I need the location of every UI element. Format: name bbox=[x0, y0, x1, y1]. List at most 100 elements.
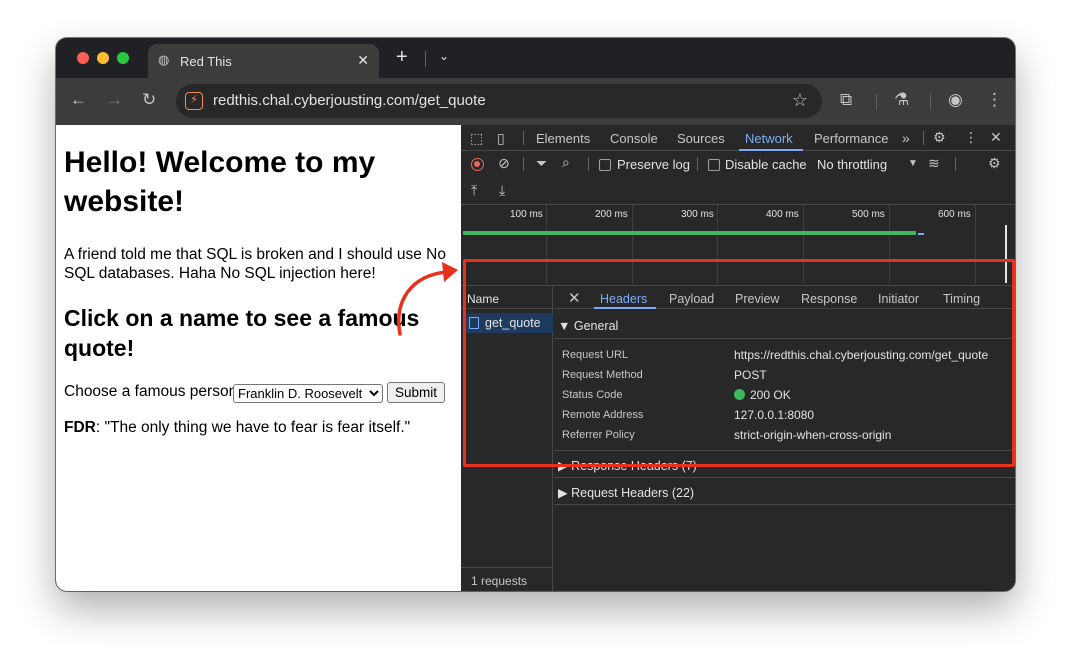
disable-cache-checkbox[interactable] bbox=[708, 159, 720, 171]
divider bbox=[930, 94, 931, 110]
person-select[interactable]: Franklin D. Roosevelt bbox=[233, 384, 383, 403]
response-headers-toggle[interactable]: ▶ Response Headers (7) bbox=[558, 458, 697, 473]
submit-button[interactable]: Submit bbox=[387, 382, 445, 403]
intro-text: A friend told me that SQL is broken and … bbox=[64, 246, 446, 282]
browser-tab[interactable]: ◍ Red This ✕ bbox=[148, 44, 379, 78]
divider bbox=[923, 131, 924, 145]
tab-sources[interactable]: Sources bbox=[677, 131, 725, 146]
document-icon bbox=[469, 317, 479, 329]
devtools-panel: ⬚ ▯ Elements Console Sources Network Per… bbox=[461, 125, 1015, 591]
preserve-log-label[interactable]: Preserve log bbox=[617, 157, 690, 172]
address-bar[interactable]: ⚡ redthis.chal.cyberjousting.com/get_quo… bbox=[176, 84, 822, 118]
preserve-log-checkbox[interactable] bbox=[599, 159, 611, 171]
tab-preview[interactable]: Preview bbox=[735, 292, 779, 306]
requests-count: 1 requests bbox=[471, 574, 528, 588]
close-details-icon[interactable]: ✕ bbox=[568, 289, 581, 307]
page-heading: Hello! Welcome to my website! bbox=[64, 146, 376, 218]
device-toolbar-icon[interactable]: ▯ bbox=[497, 130, 505, 146]
filter-funnel-icon[interactable]: ⏷ bbox=[536, 155, 547, 171]
tab-search-chevron-icon[interactable]: ⌄ bbox=[439, 49, 449, 63]
tab-network[interactable]: Network bbox=[745, 131, 793, 146]
tab-response[interactable]: Response bbox=[801, 292, 857, 306]
timeline-gridline bbox=[546, 205, 547, 286]
name-header-label: Name bbox=[467, 292, 500, 306]
remote-address-key: Remote Address bbox=[562, 409, 644, 421]
url-text[interactable]: redthis.chal.cyberjousting.com/get_quote bbox=[213, 92, 486, 109]
timeline-label: 100 ms bbox=[510, 209, 543, 220]
page-subheading: Click on a name to see a famous quote! bbox=[64, 305, 420, 361]
browser-window: ◍ Red This ✕ + ⌄ ← → ↻ ⚡ redthis.chal.cy… bbox=[56, 38, 1015, 591]
customize-menu-icon[interactable]: ⋮ bbox=[964, 129, 978, 145]
maximize-window-button[interactable] bbox=[117, 52, 129, 64]
tab-timing[interactable]: Timing bbox=[943, 292, 980, 306]
web-page: Hello! Welcome to my website! A friend t… bbox=[56, 125, 461, 591]
tab-payload[interactable]: Payload bbox=[669, 292, 714, 306]
general-section-toggle[interactable]: ▼ General bbox=[558, 319, 618, 333]
forward-arrow-icon[interactable]: → bbox=[106, 90, 123, 110]
throttling-select[interactable]: No throttling bbox=[817, 157, 887, 172]
timeline-label: 300 ms bbox=[681, 209, 714, 220]
throttling-dropdown-icon[interactable]: ▼ bbox=[908, 156, 918, 172]
network-settings-gear-icon[interactable]: ⚙ bbox=[988, 155, 1001, 171]
divider bbox=[955, 157, 956, 171]
extensions-puzzle-icon[interactable]: ⧉ bbox=[840, 90, 852, 110]
tab-console[interactable]: Console bbox=[610, 131, 658, 146]
status-code-value: 200 OK bbox=[734, 388, 791, 402]
request-row[interactable]: get_quote bbox=[465, 313, 553, 333]
tab-title: Red This bbox=[180, 54, 232, 69]
search-icon[interactable]: ⌕ bbox=[562, 154, 570, 170]
browser-toolbar: ← → ↻ ⚡ redthis.chal.cyberjousting.com/g… bbox=[56, 78, 1015, 125]
timeline-gridline bbox=[889, 205, 890, 286]
import-har-icon[interactable]: ⤒ bbox=[471, 182, 477, 198]
divider bbox=[554, 504, 1015, 505]
inspect-element-icon[interactable]: ⬚ bbox=[470, 130, 483, 146]
request-url-key: Request URL bbox=[562, 349, 629, 361]
referrer-policy-value: strict-origin-when-cross-origin bbox=[734, 428, 892, 442]
tab-strip: ◍ Red This ✕ + ⌄ bbox=[56, 38, 1015, 78]
quote-author: FDR bbox=[64, 419, 96, 436]
tab-performance[interactable]: Performance bbox=[814, 131, 888, 146]
tab-elements[interactable]: Elements bbox=[536, 131, 590, 146]
network-timeline[interactable]: 100 ms 200 ms 300 ms 400 ms 500 ms 600 m… bbox=[461, 205, 1015, 286]
status-bar: 1 requests bbox=[461, 567, 553, 591]
close-tab-icon[interactable]: ✕ bbox=[357, 52, 369, 69]
new-tab-button[interactable]: + bbox=[396, 46, 408, 69]
network-controls: ⊘ ⏷ ⌕ Preserve log Disable cache No thro… bbox=[461, 151, 1015, 205]
reload-icon[interactable]: ↻ bbox=[142, 90, 156, 110]
record-stop-button[interactable] bbox=[471, 158, 484, 171]
browser-menu-icon[interactable]: ⋮ bbox=[986, 90, 1003, 110]
labs-flask-icon[interactable]: ⚗ bbox=[894, 90, 909, 110]
remote-address-value: 127.0.0.1:8080 bbox=[734, 408, 815, 422]
request-list: Name get_quote 1 requests bbox=[461, 287, 553, 591]
close-window-button[interactable] bbox=[77, 52, 89, 64]
globe-icon: ◍ bbox=[158, 52, 170, 67]
request-method-key: Request Method bbox=[562, 369, 643, 381]
request-name[interactable]: get_quote bbox=[485, 316, 541, 330]
divider bbox=[523, 157, 524, 171]
close-devtools-icon[interactable]: ✕ bbox=[990, 129, 1002, 145]
timeline-gridline bbox=[717, 205, 718, 286]
divider bbox=[554, 450, 1015, 451]
divider bbox=[588, 157, 589, 171]
settings-gear-icon[interactable]: ⚙ bbox=[933, 129, 946, 145]
request-headers-toggle[interactable]: ▶ Request Headers (22) bbox=[558, 485, 694, 500]
status-code-key: Status Code bbox=[562, 389, 623, 401]
divider bbox=[697, 157, 698, 171]
network-conditions-icon[interactable]: ≋ bbox=[928, 155, 940, 171]
divider bbox=[523, 131, 524, 145]
name-column-header[interactable]: Name bbox=[461, 287, 553, 309]
chooser-label: Choose a famous person bbox=[64, 383, 238, 400]
minimize-window-button[interactable] bbox=[97, 52, 109, 64]
disable-cache-label[interactable]: Disable cache bbox=[725, 157, 807, 172]
clear-log-icon[interactable]: ⊘ bbox=[498, 155, 510, 171]
site-info-icon[interactable]: ⚡ bbox=[185, 92, 203, 110]
export-har-icon[interactable]: ⤓ bbox=[499, 182, 505, 198]
bookmark-star-icon[interactable]: ☆ bbox=[792, 90, 808, 111]
timeline-label: 400 ms bbox=[766, 209, 799, 220]
tab-initiator[interactable]: Initiator bbox=[878, 292, 919, 306]
profile-avatar-icon[interactable]: ◉ bbox=[948, 90, 963, 110]
back-arrow-icon[interactable]: ← bbox=[70, 90, 87, 110]
more-tabs-chevron-icon[interactable]: » bbox=[902, 130, 910, 146]
timeline-label: 200 ms bbox=[595, 209, 628, 220]
tab-headers[interactable]: Headers bbox=[600, 292, 647, 306]
